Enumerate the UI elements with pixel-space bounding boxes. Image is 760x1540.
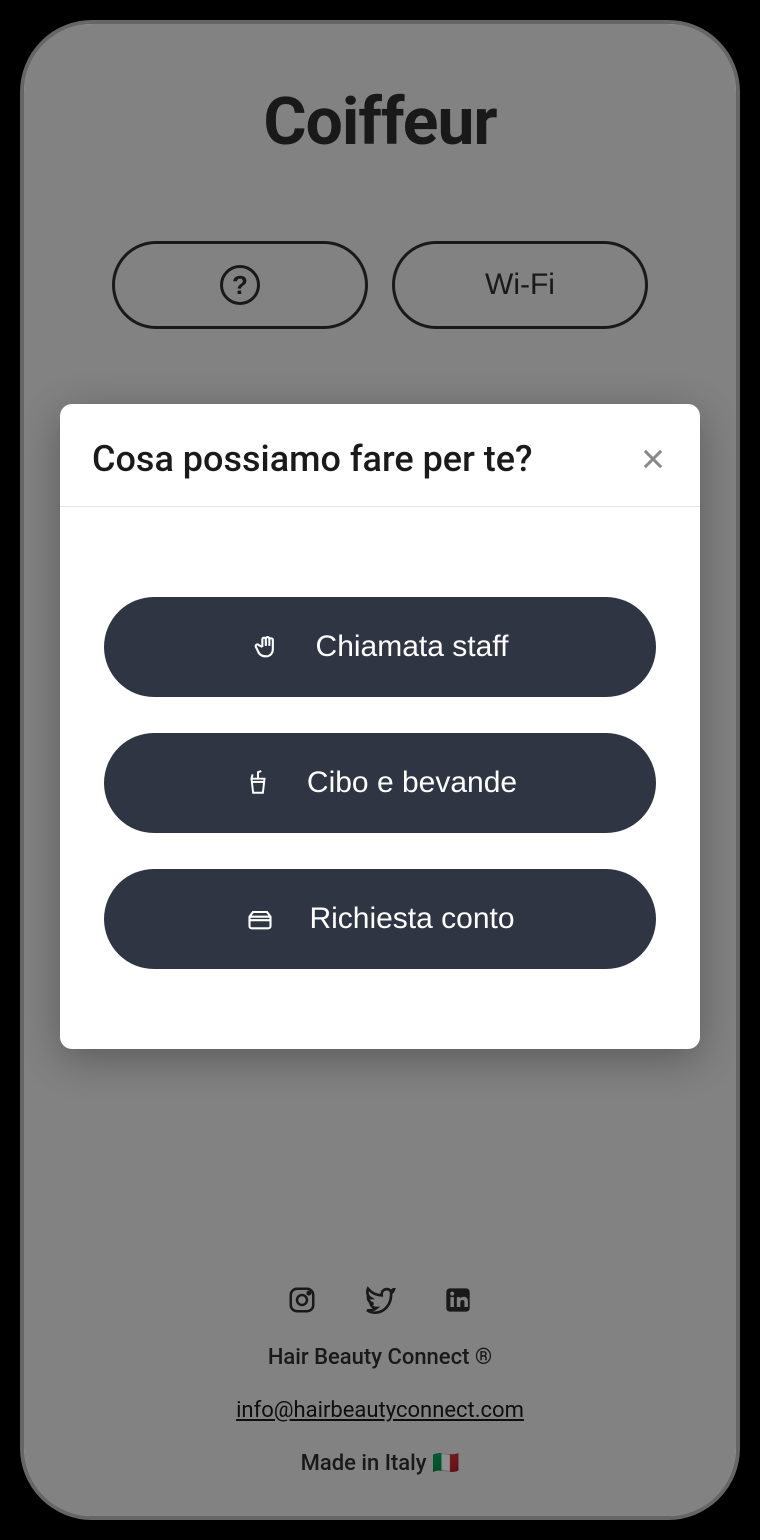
modal-header: Cosa possiamo fare per te? xyxy=(60,404,700,507)
screen: Coiffeur ? Wi-Fi xyxy=(24,24,736,1516)
hand-icon xyxy=(252,632,282,662)
modal-body: Chiamata staff Cibo e bevande xyxy=(60,507,700,1049)
call-staff-button[interactable]: Chiamata staff xyxy=(104,597,656,697)
modal-title: Cosa possiamo fare per te? xyxy=(92,438,533,480)
cup-icon xyxy=(243,768,273,798)
card-icon xyxy=(245,904,275,934)
close-button[interactable] xyxy=(638,444,668,474)
phone-frame: Coiffeur ? Wi-Fi xyxy=(10,10,750,1530)
close-icon xyxy=(639,445,667,473)
modal-overlay[interactable]: Cosa possiamo fare per te? Chiamata staf… xyxy=(24,24,736,1516)
request-bill-label: Richiesta conto xyxy=(309,902,514,936)
request-bill-button[interactable]: Richiesta conto xyxy=(104,869,656,969)
phone-bezel: Coiffeur ? Wi-Fi xyxy=(20,20,740,1520)
food-drinks-label: Cibo e bevande xyxy=(307,766,517,800)
help-modal: Cosa possiamo fare per te? Chiamata staf… xyxy=(60,404,700,1049)
call-staff-label: Chiamata staff xyxy=(316,630,509,664)
food-drinks-button[interactable]: Cibo e bevande xyxy=(104,733,656,833)
